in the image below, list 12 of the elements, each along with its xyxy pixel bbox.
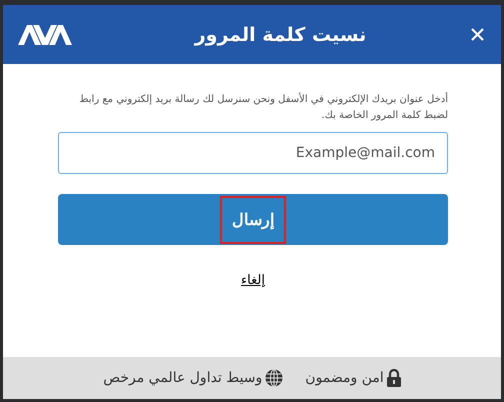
instructions-text: أدخل عنوان بريدك الإلكتروني في الأسفل ونحن سنرسل لك رسالة بريد إلكتروني مع رابط لضبط كلمة المرور الخاصة بك. bbox=[78, 92, 448, 123]
cancel-link[interactable]: إلغاء bbox=[241, 273, 265, 288]
footer-text: وسيط تداول عالمي مرخص bbox=[103, 370, 262, 386]
submit-label: إرسال bbox=[220, 196, 286, 244]
globe-icon bbox=[265, 369, 284, 387]
email-field[interactable]: Example@mail.com bbox=[58, 132, 448, 174]
submit-button[interactable]: إرسال bbox=[58, 194, 448, 245]
lock-icon bbox=[386, 369, 401, 387]
logo-icon bbox=[18, 24, 72, 44]
footer-text: امن ومضمون bbox=[305, 370, 384, 386]
close-button[interactable] bbox=[469, 26, 486, 43]
dialog-title: نسيت كلمة المرور bbox=[193, 24, 368, 46]
